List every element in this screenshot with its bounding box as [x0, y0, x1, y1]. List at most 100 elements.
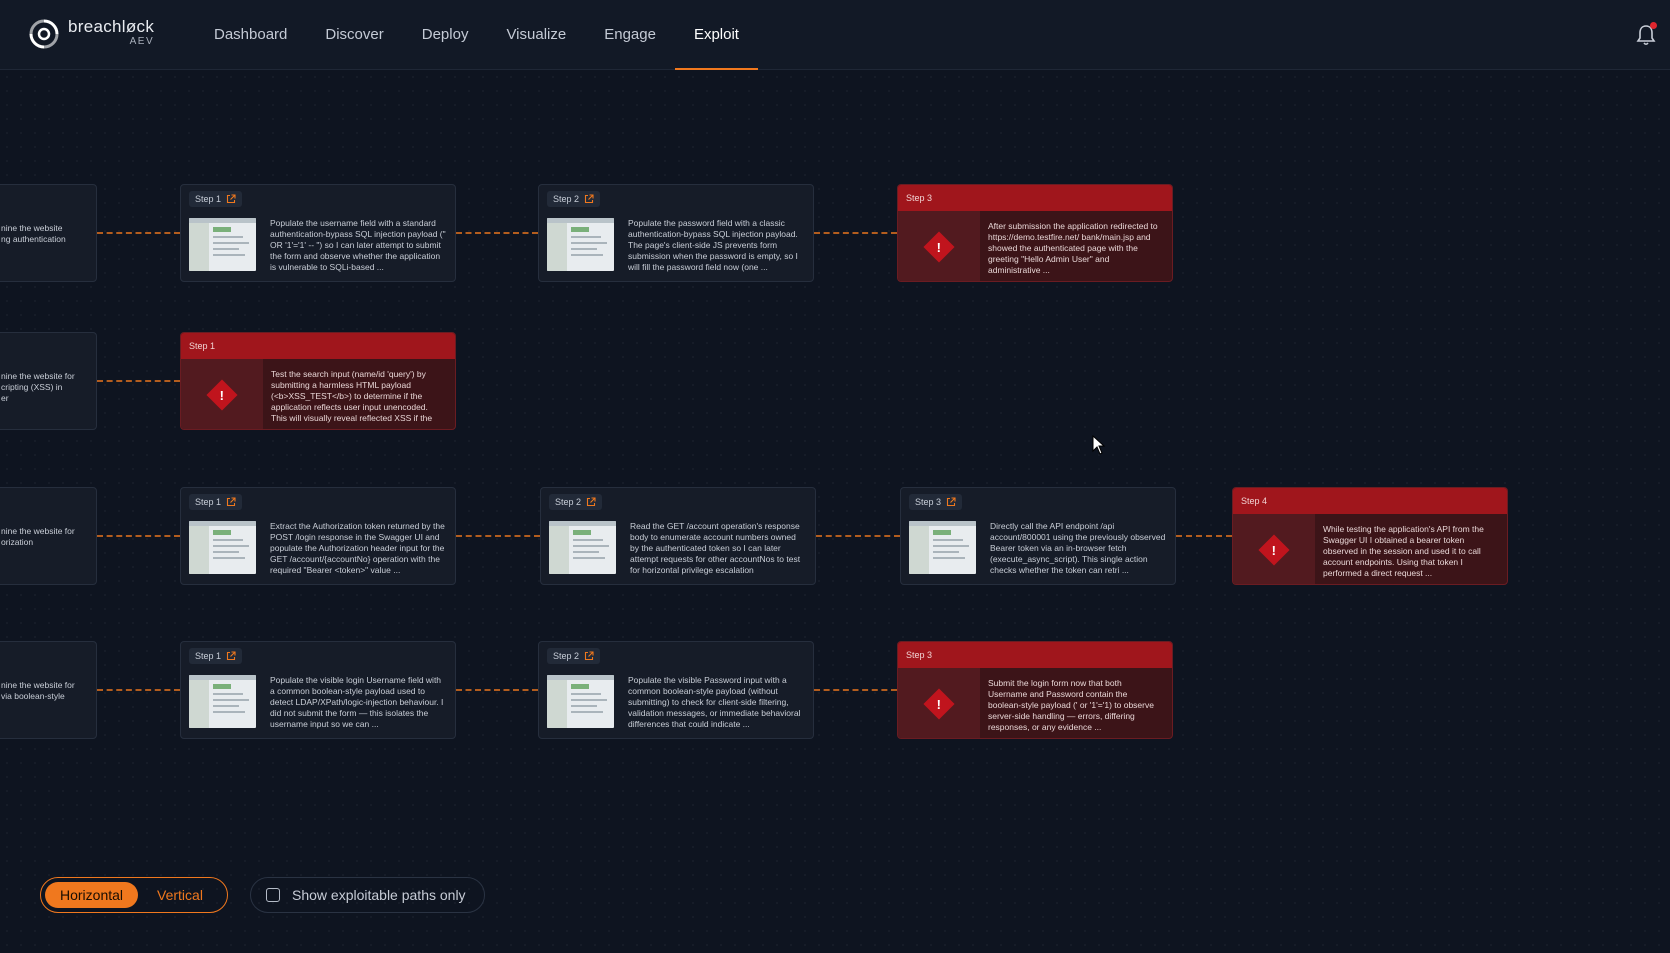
- nav-dashboard[interactable]: Dashboard: [195, 0, 306, 70]
- step-screenshot-thumbnail[interactable]: [189, 218, 256, 271]
- warning-panel: !: [898, 211, 980, 281]
- step-card[interactable]: Step 1 Populate the username field with a…: [180, 184, 456, 282]
- path-connector: [456, 689, 538, 691]
- layout-horizontal-option[interactable]: Horizontal: [45, 882, 139, 908]
- step-screenshot-thumbnail[interactable]: [547, 218, 614, 271]
- objective-card-partial[interactable]: nine the website ng authentication: [0, 184, 97, 282]
- path-connector: [97, 689, 180, 691]
- step-header: Step 2: [541, 488, 815, 515]
- step-label: Step 1: [195, 193, 222, 204]
- step-header: Step 1: [181, 185, 455, 212]
- step-screenshot-thumbnail[interactable]: [547, 675, 614, 728]
- external-link-icon[interactable]: [946, 496, 956, 507]
- step-description: Directly call the API endpoint /api acco…: [990, 521, 1166, 575]
- nav-exploit[interactable]: Exploit: [674, 0, 758, 70]
- step-screenshot-thumbnail[interactable]: [549, 521, 616, 574]
- nav-discover[interactable]: Discover: [306, 0, 402, 70]
- exploit-step-card[interactable]: Step 4! While testing the application's A…: [1232, 487, 1508, 585]
- step-tag[interactable]: Step 2: [547, 190, 601, 207]
- step-label: Step 1: [189, 341, 216, 351]
- step-card[interactable]: Step 1 Extract the Authorization token re…: [180, 487, 456, 585]
- step-description: While testing the application's API from…: [1323, 524, 1484, 578]
- warning-panel: !: [181, 359, 263, 429]
- step-label: Step 1: [195, 650, 222, 661]
- objective-card-partial[interactable]: nine the website for orization: [0, 487, 97, 585]
- step-header: Step 1: [181, 488, 455, 515]
- external-link-icon[interactable]: [586, 496, 596, 507]
- step-tag[interactable]: Step 2: [549, 493, 603, 510]
- exploit-step-card[interactable]: Step 3! After submission the application …: [897, 184, 1173, 282]
- step-card[interactable]: Step 2 Read the GET /account operation's …: [540, 487, 816, 585]
- exploitable-filter-label: Show exploitable paths only: [292, 887, 466, 903]
- breachlock-logo-icon: [29, 19, 59, 49]
- step-description: After submission the application redirec…: [988, 221, 1158, 275]
- external-link-icon[interactable]: [226, 650, 236, 661]
- main-nav: Dashboard Discover Deploy Visualize Enga…: [195, 0, 758, 70]
- step-card[interactable]: Step 3 Directly call the API endpoint /ap…: [900, 487, 1176, 585]
- step-header: Step 2: [539, 642, 813, 669]
- step-label: Step 2: [553, 650, 580, 661]
- layout-vertical-option[interactable]: Vertical: [142, 882, 218, 908]
- objective-text-line: er: [1, 393, 9, 403]
- step-card[interactable]: Step 2 Populate the visible Password inpu…: [538, 641, 814, 739]
- step-screenshot-thumbnail[interactable]: [189, 521, 256, 574]
- top-navigation-bar: breachløck AEV Dashboard Discover Deploy…: [0, 0, 1670, 70]
- step-tag[interactable]: Step 2: [547, 647, 601, 664]
- step-header: Step 3: [901, 488, 1175, 515]
- step-label: Step 3: [915, 496, 942, 507]
- step-screenshot-thumbnail[interactable]: [909, 521, 976, 574]
- external-link-icon[interactable]: [226, 193, 236, 204]
- objective-text: nine the website for via boolean-style: [1, 680, 96, 702]
- step-description: Submit the login form now that both User…: [988, 678, 1154, 732]
- objective-text-line: nine the website: [1, 223, 63, 233]
- warning-diamond-icon: !: [923, 231, 955, 263]
- external-link-icon[interactable]: [584, 650, 594, 661]
- step-card[interactable]: Step 1 Populate the visible login Usernam…: [180, 641, 456, 739]
- objective-card-partial[interactable]: nine the website for via boolean-style: [0, 641, 97, 739]
- objective-text-line: ng authentication: [1, 234, 66, 244]
- step-screenshot-thumbnail[interactable]: [189, 675, 256, 728]
- nav-deploy[interactable]: Deploy: [403, 0, 488, 70]
- step-description: Test the search input (name/id 'query') …: [271, 369, 433, 423]
- step-label: Step 3: [906, 193, 933, 203]
- external-link-icon[interactable]: [584, 193, 594, 204]
- layout-toggle: Horizontal Vertical: [40, 877, 228, 913]
- step-description: Read the GET /account operation's respon…: [630, 521, 801, 575]
- brand-logo[interactable]: breachløck AEV: [28, 18, 154, 50]
- path-connector: [1176, 535, 1232, 537]
- exploit-step-card[interactable]: Step 3! Submit the login form now that bo…: [897, 641, 1173, 739]
- path-connector: [816, 535, 900, 537]
- path-connector: [97, 380, 180, 382]
- step-card[interactable]: Step 2 Populate the password field with a…: [538, 184, 814, 282]
- path-connector: [814, 689, 897, 691]
- exploit-step-card[interactable]: Step 1! Test the search input (name/id 'q…: [180, 332, 456, 430]
- objective-card-partial[interactable]: nine the website for cripting (XSS) in er: [0, 332, 97, 430]
- external-link-icon[interactable]: [226, 496, 236, 507]
- objective-text-line: via boolean-style: [1, 691, 65, 701]
- objective-text-line: nine the website for: [1, 371, 75, 381]
- step-label: Step 2: [555, 496, 582, 507]
- step-label: Step 3: [906, 650, 933, 660]
- step-label: Step 1: [195, 496, 222, 507]
- step-description: Populate the visible login Username fiel…: [270, 675, 444, 729]
- objective-text: nine the website for orization: [1, 526, 96, 548]
- warning-panel: !: [898, 668, 980, 738]
- step-tag[interactable]: Step 1: [189, 647, 243, 664]
- objective-text: nine the website for cripting (XSS) in er: [1, 371, 96, 404]
- step-label: Step 4: [1241, 496, 1268, 506]
- nav-visualize[interactable]: Visualize: [487, 0, 585, 70]
- cursor-icon: [1092, 435, 1106, 455]
- objective-text-line: orization: [1, 537, 34, 547]
- path-connector: [456, 535, 540, 537]
- warning-diamond-icon: !: [206, 379, 238, 411]
- nav-engage[interactable]: Engage: [585, 0, 675, 70]
- step-tag[interactable]: Step 1: [189, 190, 243, 207]
- step-label: Step 2: [553, 193, 580, 204]
- exploitable-filter[interactable]: Show exploitable paths only: [250, 877, 485, 913]
- exploitable-filter-checkbox[interactable]: [266, 888, 280, 902]
- path-connector: [97, 232, 180, 234]
- objective-text-line: nine the website for: [1, 526, 75, 536]
- step-tag[interactable]: Step 3: [909, 493, 963, 510]
- step-header: Step 1: [181, 333, 455, 359]
- step-tag[interactable]: Step 1: [189, 493, 243, 510]
